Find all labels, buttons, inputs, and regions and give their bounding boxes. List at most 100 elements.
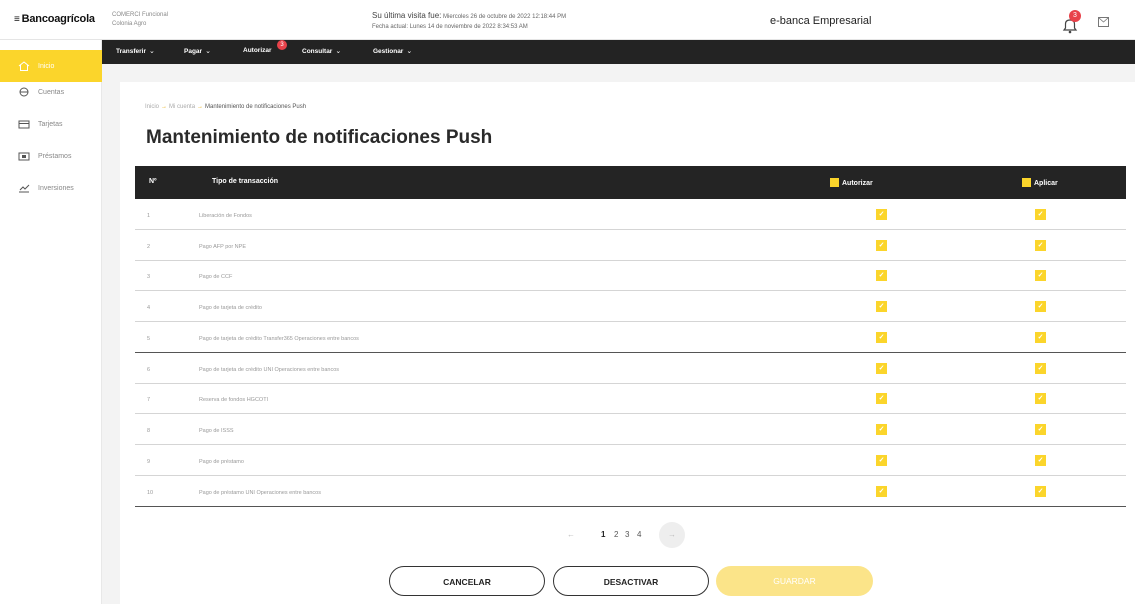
pagination-page-1[interactable]: 1 <box>601 530 605 539</box>
sidebar-item-label: Inversiones <box>38 184 74 192</box>
pagination-page-3[interactable]: 3 <box>625 530 629 539</box>
card-icon <box>18 120 30 129</box>
authorize-checkbox[interactable]: ✓ <box>876 270 887 281</box>
authorize-checkbox[interactable]: ✓ <box>876 424 887 435</box>
authorize-checkbox[interactable]: ✓ <box>876 332 887 343</box>
row-transaction-type: Pago AFP por NPE <box>199 244 246 250</box>
row-number: 1 <box>147 213 151 219</box>
apply-checkbox[interactable]: ✓ <box>1035 209 1046 220</box>
header-apply-label: Aplicar <box>1034 180 1058 187</box>
row-transaction-type: Pago de tarjeta de crédito <box>199 305 262 311</box>
table-row: 6 Pago de tarjeta de crédito UNI Operacio… <box>135 354 1126 384</box>
authorize-badge: 3 <box>277 40 287 50</box>
apply-checkbox[interactable]: ✓ <box>1035 332 1046 343</box>
chevron-down-icon: ⌄ <box>406 48 413 55</box>
row-transaction-type: Pago de préstamo UNI Operaciones entre b… <box>199 490 321 496</box>
chevron-down-icon: ⌄ <box>335 48 342 55</box>
logo-mark-icon: ≡ <box>14 14 20 25</box>
select-all-authorize-checkbox[interactable] <box>830 178 839 187</box>
table-header: Nº Tipo de transacción Autorizar Aplicar <box>135 166 1126 199</box>
company-subtitle: Colonia Agro <box>112 21 147 27</box>
row-transaction-type: Reserva de fondos HGCOTI <box>199 397 269 403</box>
nav-gestionar[interactable]: Gestionar ⌄ <box>373 47 412 55</box>
table-row: 3 Pago de CCF ✓ ✓ <box>135 261 1126 291</box>
sidebar-item-label: Tarjetas <box>38 120 63 128</box>
sidebar: Inicio Cuentas Tarjetas Préstamos Invers… <box>0 40 102 604</box>
row-transaction-type: Pago de préstamo <box>199 459 244 465</box>
mail-icon[interactable] <box>1098 17 1109 27</box>
deactivate-button[interactable]: DESACTIVAR <box>553 566 709 596</box>
row-number: 8 <box>147 428 151 434</box>
header-num: Nº <box>149 178 157 185</box>
nav-transferir[interactable]: Transferir ⌄ <box>116 47 155 55</box>
authorize-checkbox[interactable]: ✓ <box>876 363 887 374</box>
apply-checkbox[interactable]: ✓ <box>1035 486 1046 497</box>
row-transaction-type: Pago de tarjeta de crédito UNI Operacion… <box>199 367 340 373</box>
save-button[interactable]: GUARDAR <box>716 566 873 596</box>
pagination-prev[interactable]: ← <box>567 530 575 539</box>
last-visit-label: Su última visita fue: <box>372 11 442 20</box>
arrow-right-icon: → <box>161 104 168 110</box>
sidebar-item-inversiones[interactable]: Inversiones <box>0 172 102 204</box>
main-nav: Transferir ⌄ Pagar ⌄ Autorizar Consultar ⌄ … <box>102 40 1135 64</box>
authorize-checkbox[interactable]: ✓ <box>876 486 887 497</box>
apply-checkbox[interactable]: ✓ <box>1035 393 1046 404</box>
sidebar-item-label: Inicio <box>38 62 55 70</box>
company-name: COMERCI Funcional <box>112 12 169 18</box>
row-transaction-type: Pago de tarjeta de crédito Transfer365 O… <box>199 336 359 342</box>
apply-checkbox[interactable]: ✓ <box>1035 424 1046 435</box>
sidebar-item-prestamos[interactable]: Préstamos <box>0 140 102 172</box>
home-icon <box>18 61 30 71</box>
row-transaction-type: Pago de CCF <box>199 274 233 280</box>
row-number: 10 <box>147 490 154 496</box>
cancel-button[interactable]: CANCELAR <box>389 566 545 596</box>
notification-badge: 3 <box>1069 10 1081 22</box>
row-transaction-type: Pago de ISSS <box>199 428 234 434</box>
pagination-next[interactable]: → <box>659 522 685 548</box>
app-title: e-banca Empresarial <box>770 15 872 27</box>
header-authorize-label: Autorizar <box>842 180 873 187</box>
apply-checkbox[interactable]: ✓ <box>1035 301 1046 312</box>
authorize-checkbox[interactable]: ✓ <box>876 209 887 220</box>
authorize-checkbox[interactable]: ✓ <box>876 393 887 404</box>
bank-logo[interactable]: ≡ Bancoagrícola <box>14 13 95 25</box>
table-row: 10 Pago de préstamo UNI Operaciones entre… <box>135 477 1126 507</box>
header-apply[interactable]: Aplicar <box>1022 178 1058 187</box>
apply-checkbox[interactable]: ✓ <box>1035 363 1046 374</box>
last-visit-value: Miercoles 26 de octubre de 2022 12:18:44… <box>443 14 567 20</box>
row-number: 7 <box>147 397 151 403</box>
current-date-label: Fecha actual: <box>372 24 409 30</box>
loan-icon <box>18 152 30 161</box>
nav-autorizar[interactable]: Autorizar <box>243 47 272 54</box>
table-row: 5 Pago de tarjeta de crédito Transfer365 … <box>135 323 1126 353</box>
current-date-value: Lunes 14 de noviembre de 2022 8:34:53 AM <box>409 24 528 30</box>
table-row: 9 Pago de préstamo ✓ ✓ <box>135 446 1126 476</box>
row-number: 5 <box>147 336 151 342</box>
nav-label: Consultar <box>302 48 333 55</box>
session-info: Su última visita fue: Miercoles 26 de oc… <box>372 11 566 32</box>
row-number: 9 <box>147 459 151 465</box>
header-authorize[interactable]: Autorizar <box>830 178 873 187</box>
breadcrumb-section[interactable]: Mi cuenta <box>169 104 195 110</box>
row-transaction-type: Liberación de Fondos <box>199 213 252 219</box>
table-row: 8 Pago de ISSS ✓ ✓ <box>135 415 1126 445</box>
sidebar-item-cuentas[interactable]: Cuentas <box>0 76 102 108</box>
pagination-page-4[interactable]: 4 <box>637 530 641 539</box>
arrow-right-icon: → <box>197 104 204 110</box>
breadcrumb: Inicio → Mi cuenta → Mantenimiento de notifi… <box>145 104 306 110</box>
breadcrumb-home[interactable]: Inicio <box>145 104 159 110</box>
header-type: Tipo de transacción <box>212 178 278 185</box>
select-all-apply-checkbox[interactable] <box>1022 178 1031 187</box>
nav-consultar[interactable]: Consultar ⌄ <box>302 47 341 55</box>
row-number: 6 <box>147 367 151 373</box>
sidebar-item-label: Préstamos <box>38 152 72 160</box>
authorize-checkbox[interactable]: ✓ <box>876 240 887 251</box>
authorize-checkbox[interactable]: ✓ <box>876 301 887 312</box>
sidebar-item-tarjetas[interactable]: Tarjetas <box>0 108 102 140</box>
apply-checkbox[interactable]: ✓ <box>1035 240 1046 251</box>
nav-pagar[interactable]: Pagar ⌄ <box>184 47 211 55</box>
pagination-page-2[interactable]: 2 <box>614 530 618 539</box>
apply-checkbox[interactable]: ✓ <box>1035 455 1046 466</box>
authorize-checkbox[interactable]: ✓ <box>876 455 887 466</box>
apply-checkbox[interactable]: ✓ <box>1035 270 1046 281</box>
